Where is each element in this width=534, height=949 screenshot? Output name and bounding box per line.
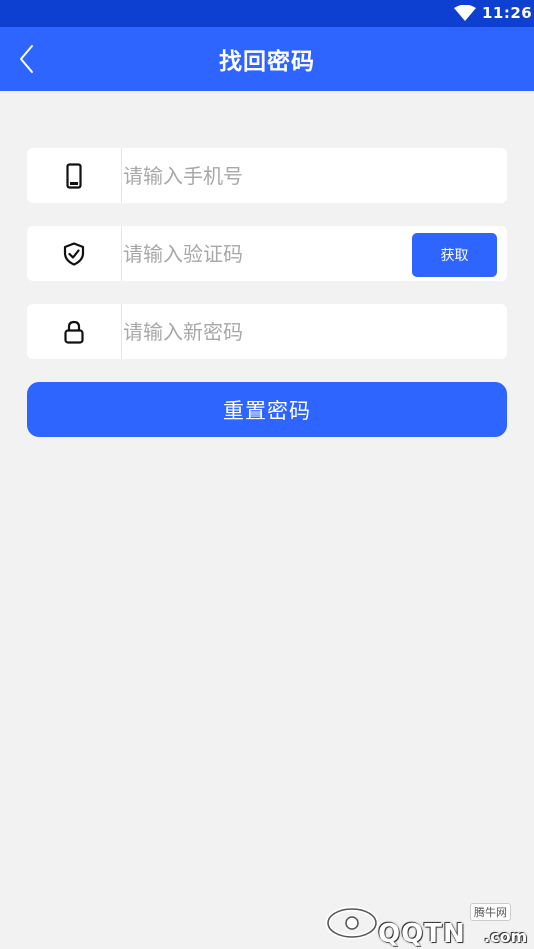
page-title: 找回密码	[219, 49, 315, 75]
verification-code-input[interactable]	[123, 226, 403, 281]
reset-password-button[interactable]: 重置密码	[27, 382, 507, 437]
get-code-button[interactable]: 获取	[412, 233, 497, 277]
new-password-field	[27, 304, 507, 359]
field-divider	[121, 304, 122, 359]
field-divider	[121, 148, 122, 203]
field-divider	[121, 226, 122, 281]
watermark-logo-icon	[325, 906, 379, 940]
app-bar: 找回密码	[0, 27, 534, 91]
new-password-input[interactable]	[123, 304, 403, 359]
status-bar: 11:26	[0, 0, 534, 27]
phone-icon-cell	[27, 148, 121, 203]
watermark-brand-suffix: .com	[484, 927, 528, 946]
smartphone-icon	[66, 162, 82, 189]
watermark-brand-small: 腾牛网	[470, 903, 511, 921]
lock-icon	[64, 320, 84, 344]
code-field: 获取	[27, 226, 507, 281]
phone-input[interactable]	[123, 148, 403, 203]
wifi-icon	[454, 5, 476, 21]
phone-field	[27, 148, 507, 203]
status-time: 11:26	[482, 4, 533, 22]
password-icon-cell	[27, 304, 121, 359]
watermark: 腾牛网 QQTN .com	[324, 893, 534, 949]
code-icon-cell	[27, 226, 121, 281]
shield-check-icon	[63, 241, 85, 266]
watermark-brand-text: QQTN	[378, 919, 466, 949]
